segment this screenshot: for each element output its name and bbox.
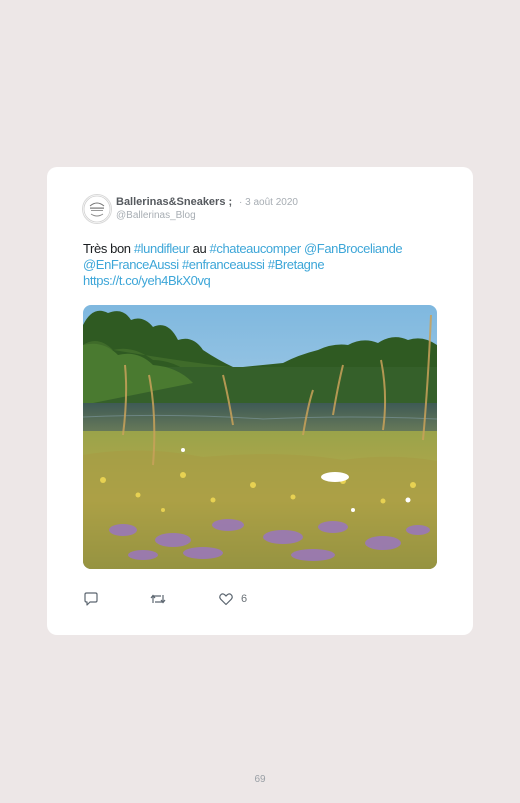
tweet-card: Ballerinas&Sneakers ; · 3 août 2020 @Bal…: [47, 167, 473, 635]
text-segment: au: [189, 241, 210, 256]
tweet-actions: 6: [83, 591, 283, 607]
reply-button[interactable]: [83, 591, 99, 607]
heart-icon: [219, 593, 233, 606]
avatar[interactable]: [82, 194, 112, 224]
hashtag-link[interactable]: #chateaucomper: [210, 241, 302, 256]
like-count: 6: [241, 593, 248, 605]
page-number: 69: [254, 774, 266, 785]
user-handle[interactable]: @Ballerinas_Blog: [116, 210, 196, 221]
avatar-logo-icon: [83, 195, 111, 223]
mention-link[interactable]: @FanBroceliande: [304, 241, 403, 256]
hashtag-link[interactable]: #lundifleur: [134, 241, 190, 256]
retweet-button[interactable]: [150, 591, 166, 607]
tweet-date[interactable]: · 3 août 2020: [239, 197, 298, 208]
tweet-photo[interactable]: [83, 305, 437, 569]
tweet-text: Très bon #lundifleur au #chateaucomper @…: [83, 241, 443, 289]
display-name[interactable]: Ballerinas&Sneakers ;: [116, 196, 232, 208]
hashtag-link[interactable]: #Bretagne: [268, 257, 325, 272]
hashtag-link[interactable]: #enfranceaussi: [182, 257, 265, 272]
like-button[interactable]: 6: [218, 591, 247, 607]
text-segment: Très bon: [83, 241, 134, 256]
url-link[interactable]: https://t.co/yeh4BkX0vq: [83, 273, 211, 288]
retweet-icon: [150, 594, 166, 604]
reply-icon: [84, 592, 98, 606]
meadow-lake-photo: [83, 305, 437, 569]
mention-link[interactable]: @EnFranceAussi: [83, 257, 179, 272]
